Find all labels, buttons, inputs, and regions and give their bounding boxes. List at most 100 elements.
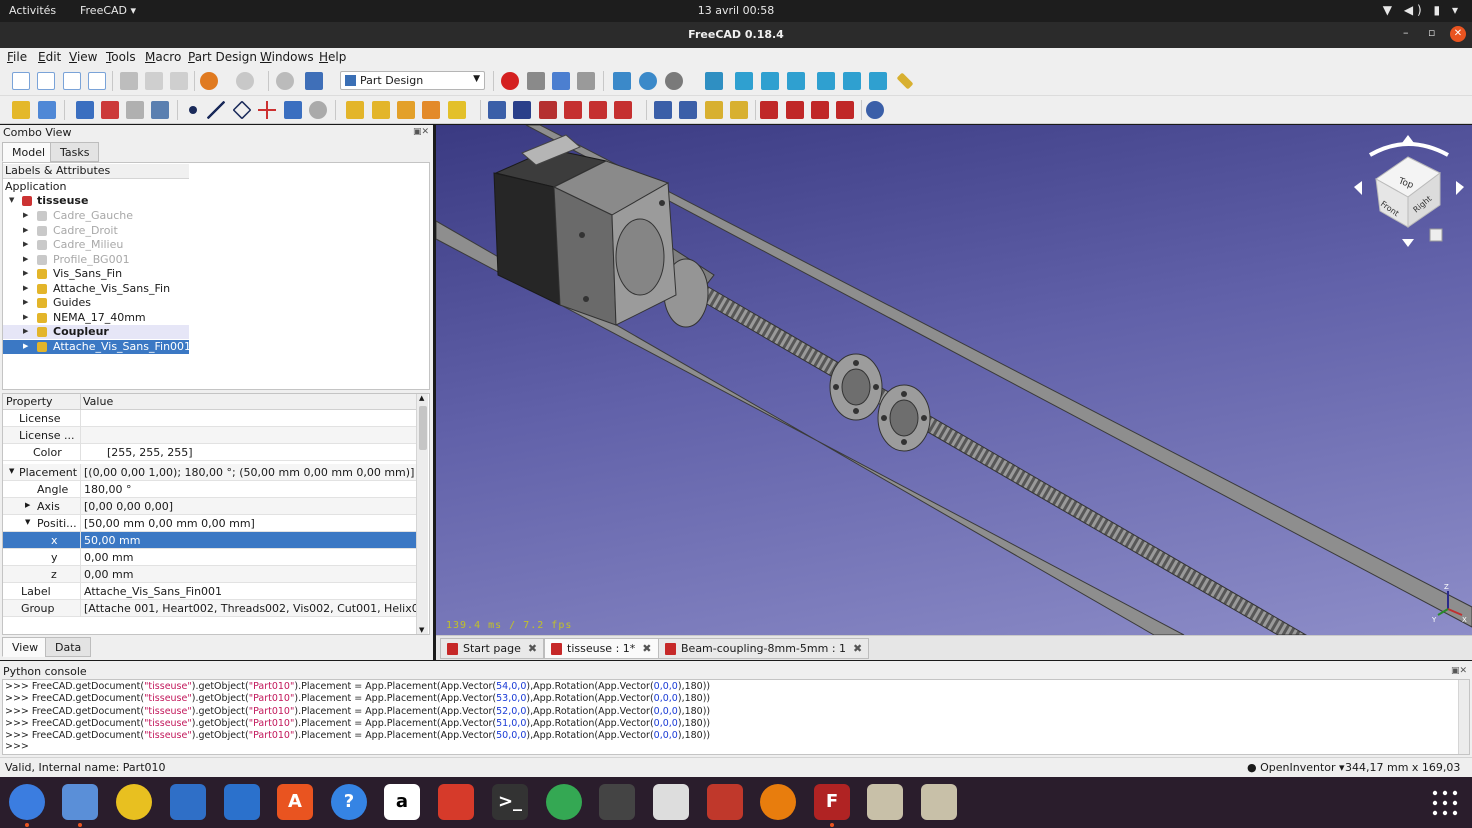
measure-icon[interactable] bbox=[896, 72, 914, 90]
console-prompt[interactable]: >>> bbox=[5, 741, 29, 753]
property-value[interactable]: [50,00 mm 0,00 mm 0,00 mm] bbox=[84, 517, 416, 530]
help-icon[interactable]: ? bbox=[331, 784, 367, 820]
undo-icon[interactable] bbox=[200, 72, 218, 90]
expand-arrow-icon[interactable]: ▶ bbox=[23, 342, 28, 350]
writer-icon[interactable] bbox=[224, 784, 260, 820]
pad-icon[interactable] bbox=[346, 101, 364, 119]
navcube-arrow-up-icon[interactable] bbox=[1402, 135, 1414, 143]
property-value[interactable]: 50,00 mm bbox=[84, 534, 416, 547]
expand-arrow-icon[interactable]: ▶ bbox=[23, 284, 28, 292]
dock-float-close-icon[interactable]: ▣✕ bbox=[413, 127, 429, 137]
open-document-icon[interactable] bbox=[37, 72, 55, 90]
mirrored-icon[interactable] bbox=[654, 101, 672, 119]
redo-icon[interactable] bbox=[236, 72, 254, 90]
storage-icon[interactable] bbox=[867, 784, 903, 820]
menu-tools[interactable]: Tools bbox=[106, 50, 136, 64]
scroll-down-icon[interactable]: ▼ bbox=[419, 626, 424, 634]
tree-item[interactable]: ▶ Attache_Vis_Sans_Fin bbox=[3, 282, 189, 296]
minimize-button[interactable]: – bbox=[1403, 26, 1409, 39]
3d-viewport[interactable]: Top Front Right Z X Y bbox=[436, 125, 1472, 635]
linear-pattern-icon[interactable] bbox=[679, 101, 697, 119]
macro-run-icon[interactable] bbox=[577, 72, 595, 90]
tree-item[interactable]: ▶ Cadre_Gauche bbox=[3, 209, 189, 223]
fit-selection-icon[interactable] bbox=[639, 72, 657, 90]
blender-icon[interactable] bbox=[760, 784, 796, 820]
paste-icon[interactable] bbox=[170, 72, 188, 90]
search-icon[interactable] bbox=[653, 784, 689, 820]
menu-file[interactable]: File bbox=[7, 50, 27, 64]
cut-icon[interactable] bbox=[120, 72, 138, 90]
datum-line-icon[interactable] bbox=[207, 101, 225, 119]
groove-icon[interactable] bbox=[539, 101, 557, 119]
menu-edit[interactable]: Edit bbox=[38, 50, 61, 64]
draw-style-icon[interactable] bbox=[665, 72, 683, 90]
expand-arrow-icon[interactable]: ▶ bbox=[23, 255, 28, 263]
property-scrollbar[interactable]: ▲ ▼ bbox=[416, 394, 428, 634]
puzzle-icon[interactable] bbox=[438, 784, 474, 820]
save-document-icon[interactable] bbox=[63, 72, 81, 90]
navcube-arrow-down-icon[interactable] bbox=[1402, 239, 1414, 247]
clock[interactable]: 13 avril 00:58 bbox=[0, 4, 1472, 17]
shape-binder-icon[interactable] bbox=[151, 101, 169, 119]
property-row[interactable]: Angle 180,00 ° bbox=[3, 481, 417, 498]
expand-arrow-icon[interactable]: ▼ bbox=[25, 518, 30, 526]
network-icon[interactable] bbox=[599, 784, 635, 820]
property-value[interactable]: 0,00 mm bbox=[84, 568, 416, 581]
new-document-icon[interactable] bbox=[12, 72, 30, 90]
rhythmbox-icon[interactable] bbox=[116, 784, 152, 820]
property-row[interactable]: Group [Attache 001, Heart002, Threads002,… bbox=[3, 600, 417, 617]
expand-arrow-icon[interactable]: ▶ bbox=[23, 226, 28, 234]
storage2-icon[interactable] bbox=[921, 784, 957, 820]
multitransform-icon[interactable] bbox=[730, 101, 748, 119]
tree-item[interactable]: ▶ Coupleur bbox=[3, 325, 189, 339]
top-view-icon[interactable] bbox=[761, 72, 779, 90]
create-part-icon[interactable] bbox=[12, 101, 30, 119]
property-row[interactable]: z 0,00 mm bbox=[3, 566, 417, 583]
navcube-arrow-left-icon[interactable] bbox=[1354, 181, 1362, 195]
property-value[interactable]: [0,00 0,00 0,00] bbox=[84, 500, 416, 513]
property-row[interactable]: y 0,00 mm bbox=[3, 549, 417, 566]
expand-arrow-icon[interactable]: ▶ bbox=[25, 501, 30, 509]
expand-arrow-icon[interactable]: ▶ bbox=[23, 327, 28, 335]
navigation-style-selector[interactable]: ● OpenInventor ▾ bbox=[1247, 761, 1345, 774]
thunderbird-icon[interactable] bbox=[170, 784, 206, 820]
property-value[interactable]: 0,00 mm bbox=[84, 551, 416, 564]
macro-edit-icon[interactable] bbox=[552, 72, 570, 90]
tree-item[interactable]: ▶ Vis_Sans_Fin bbox=[3, 267, 189, 281]
expand-arrow-icon[interactable]: ▶ bbox=[23, 240, 28, 248]
thickness-icon[interactable] bbox=[836, 101, 854, 119]
subtractive-loft-icon[interactable] bbox=[564, 101, 582, 119]
expand-arrow-icon[interactable]: ▶ bbox=[23, 313, 28, 321]
draft-icon[interactable] bbox=[811, 101, 829, 119]
local-coordinate-system-icon[interactable] bbox=[258, 101, 276, 119]
fit-all-icon[interactable] bbox=[613, 72, 631, 90]
doc-tab-tisseuse[interactable]: tisseuse : 1* ✖ bbox=[544, 638, 659, 659]
create-sketch-icon[interactable] bbox=[101, 101, 119, 119]
expand-arrow-icon[interactable]: ▼ bbox=[9, 196, 14, 204]
system-tray[interactable]: ▼ ◀) ▮ ▾ bbox=[1383, 3, 1462, 17]
bottom-view-icon[interactable] bbox=[843, 72, 861, 90]
property-row[interactable]: License ... bbox=[3, 427, 417, 444]
close-tab-icon[interactable]: ✖ bbox=[528, 642, 537, 655]
tree-document[interactable]: ▼ tisseuse bbox=[3, 194, 189, 208]
property-row[interactable]: Color [255, 255, 255] bbox=[3, 444, 417, 461]
right-view-icon[interactable] bbox=[787, 72, 805, 90]
show-applications-icon[interactable] bbox=[1432, 790, 1458, 816]
workbench-selector[interactable]: Part Design ▼ bbox=[340, 71, 485, 90]
amazon-icon[interactable]: a bbox=[384, 784, 420, 820]
subtractive-pipe-icon[interactable] bbox=[589, 101, 607, 119]
property-row[interactable]: ▶ Axis [0,00 0,00 0,00] bbox=[3, 498, 417, 515]
expand-arrow-icon[interactable]: ▶ bbox=[23, 269, 28, 277]
create-body-icon[interactable] bbox=[76, 101, 94, 119]
isometric-view-icon[interactable] bbox=[705, 72, 723, 90]
validate-sketch-icon[interactable] bbox=[126, 101, 144, 119]
additive-loft-icon[interactable] bbox=[397, 101, 415, 119]
front-view-icon[interactable] bbox=[735, 72, 753, 90]
navcube-menu-icon[interactable] bbox=[1429, 228, 1443, 242]
save-as-icon[interactable] bbox=[88, 72, 106, 90]
additive-primitive-icon[interactable] bbox=[448, 101, 466, 119]
navigation-cube[interactable]: Top Front Right bbox=[1354, 135, 1464, 247]
property-value[interactable]: [Attache 001, Heart002, Threads002, Vis0… bbox=[84, 602, 416, 615]
close-window-button[interactable]: ✕ bbox=[1450, 26, 1466, 42]
tree-item[interactable]: ▶ NEMA_17_40mm bbox=[3, 311, 189, 325]
